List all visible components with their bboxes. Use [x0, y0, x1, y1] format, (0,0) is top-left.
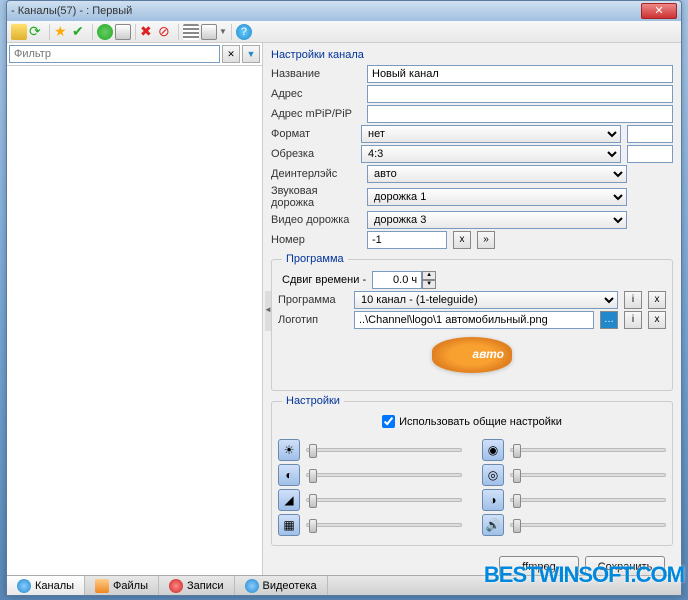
collapse-handle[interactable]	[265, 291, 271, 331]
shift-spinner[interactable]: ▲▼	[372, 271, 436, 289]
program-clear-button[interactable]: x	[648, 291, 666, 309]
logo-browse-button[interactable]: …	[600, 311, 618, 329]
program-select[interactable]: 10 канал - (1-teleguide)	[354, 291, 618, 309]
settings-fieldset: Настройки Использовать общие настройки ☀…	[271, 395, 673, 546]
name-input[interactable]	[367, 65, 673, 83]
delete-icon[interactable]: ✖	[140, 24, 156, 40]
audio-select[interactable]: дорожка 1	[367, 188, 627, 206]
shift-input[interactable]	[372, 271, 422, 289]
number-input[interactable]	[367, 231, 447, 249]
number-next-button[interactable]: »	[477, 231, 495, 249]
list-icon[interactable]	[183, 24, 199, 40]
block-icon[interactable]: ⊘	[158, 24, 174, 40]
program-legend: Программа	[282, 253, 348, 265]
logo-clear-button[interactable]: x	[648, 311, 666, 329]
refresh-icon[interactable]: ⟳	[29, 24, 45, 40]
files-icon	[95, 579, 109, 593]
balance-slider[interactable]	[510, 523, 666, 527]
program-label: Программа	[278, 294, 348, 306]
logo-label: Логотип	[278, 314, 348, 326]
use-common-label: Использовать общие настройки	[399, 416, 562, 428]
titlebar[interactable]: - Каналы(57) - : Первый ✕	[7, 1, 681, 21]
library-icon	[245, 579, 259, 593]
brightness-icon[interactable]: ☀	[278, 439, 300, 461]
settings-legend: Настройки	[282, 395, 344, 407]
dropdown-icon[interactable]: ▼	[219, 27, 227, 36]
contrast-icon[interactable]: ◐	[278, 464, 300, 486]
hue-icon[interactable]: ◉	[482, 439, 504, 461]
format-extra-input[interactable]	[627, 125, 673, 143]
shift-down[interactable]: ▼	[422, 280, 436, 289]
saturation-slider[interactable]	[510, 473, 666, 477]
use-common-checkbox[interactable]	[382, 415, 395, 428]
format-select[interactable]: нет	[361, 125, 621, 143]
sharpness-icon[interactable]: ▦	[278, 514, 300, 536]
bottom-tabs: Каналы Файлы Записи Видеотека	[7, 575, 681, 595]
ffmpeg-button[interactable]: ffmpeg	[499, 556, 579, 577]
program-info-button[interactable]: i	[624, 291, 642, 309]
add-icon[interactable]	[97, 24, 113, 40]
video-select[interactable]: дорожка 3	[367, 211, 627, 229]
tab-library[interactable]: Видеотека	[235, 576, 328, 595]
gamma-slider[interactable]	[306, 498, 462, 502]
logo-info-button[interactable]: i	[624, 311, 642, 329]
save-button[interactable]: Сохранить	[585, 556, 665, 577]
program-fieldset: Программа Сдвиг времени - ▲▼ Программа 10…	[271, 253, 673, 391]
channel-tree[interactable]	[7, 66, 262, 577]
logo-input[interactable]	[354, 311, 594, 329]
tab-records[interactable]: Записи	[159, 576, 235, 595]
sidebar: ✕ ▼	[7, 43, 263, 577]
logo-preview	[278, 337, 666, 376]
main-panel: Настройки канала Название Адрес Адрес mP…	[263, 43, 681, 577]
address-pip-label: Адрес mPiP/PiP	[271, 108, 361, 120]
volume-icon[interactable]: ◑	[482, 489, 504, 511]
address-input[interactable]	[367, 85, 673, 103]
close-button[interactable]: ✕	[641, 3, 677, 19]
filter-clear-button[interactable]: ✕	[222, 45, 240, 63]
name-label: Название	[271, 68, 361, 80]
filter-button[interactable]: ▼	[242, 45, 260, 63]
deinterlace-label: Деинтерлэйс	[271, 168, 361, 180]
audio-label: Звуковая дорожка	[271, 185, 361, 209]
number-label: Номер	[271, 234, 361, 246]
format-label: Формат	[271, 128, 355, 140]
deinterlace-select[interactable]: авто	[367, 165, 627, 183]
sharpness-slider[interactable]	[306, 523, 462, 527]
help-icon[interactable]: ?	[236, 24, 252, 40]
saturation-icon[interactable]: ◎	[482, 464, 504, 486]
folder-icon[interactable]	[11, 24, 27, 40]
record-icon	[169, 579, 183, 593]
star-icon[interactable]: ★	[54, 24, 70, 40]
crop-label: Обрезка	[271, 148, 355, 160]
video-label: Видео дорожка	[271, 214, 361, 226]
logo-image	[432, 337, 512, 373]
address-pip-input[interactable]	[367, 105, 673, 123]
brightness-slider[interactable]	[306, 448, 462, 452]
copy-icon[interactable]	[115, 24, 131, 40]
section-title: Настройки канала	[271, 49, 673, 61]
shift-up[interactable]: ▲	[422, 271, 436, 280]
shift-label: Сдвиг времени -	[282, 274, 366, 286]
number-clear-button[interactable]: x	[453, 231, 471, 249]
crop-extra-input[interactable]	[627, 145, 673, 163]
check-icon[interactable]: ✔	[72, 24, 88, 40]
address-label: Адрес	[271, 88, 361, 100]
tab-files[interactable]: Файлы	[85, 576, 159, 595]
volume-slider[interactable]	[510, 498, 666, 502]
view-icon[interactable]	[201, 24, 217, 40]
toolbar: ⟳ ★ ✔ ✖ ⊘ ▼ ?	[7, 21, 681, 43]
globe-icon	[17, 579, 31, 593]
tab-channels[interactable]: Каналы	[7, 576, 85, 595]
application-window: - Каналы(57) - : Первый ✕ ⟳ ★ ✔ ✖ ⊘ ▼ ? …	[6, 0, 682, 596]
crop-select[interactable]: 4:3	[361, 145, 621, 163]
window-title: - Каналы(57) - : Первый	[11, 5, 641, 17]
hue-slider[interactable]	[510, 448, 666, 452]
filter-input[interactable]	[9, 45, 220, 63]
gamma-icon[interactable]: ◢	[278, 489, 300, 511]
contrast-slider[interactable]	[306, 473, 462, 477]
balance-icon[interactable]: 🔊	[482, 514, 504, 536]
